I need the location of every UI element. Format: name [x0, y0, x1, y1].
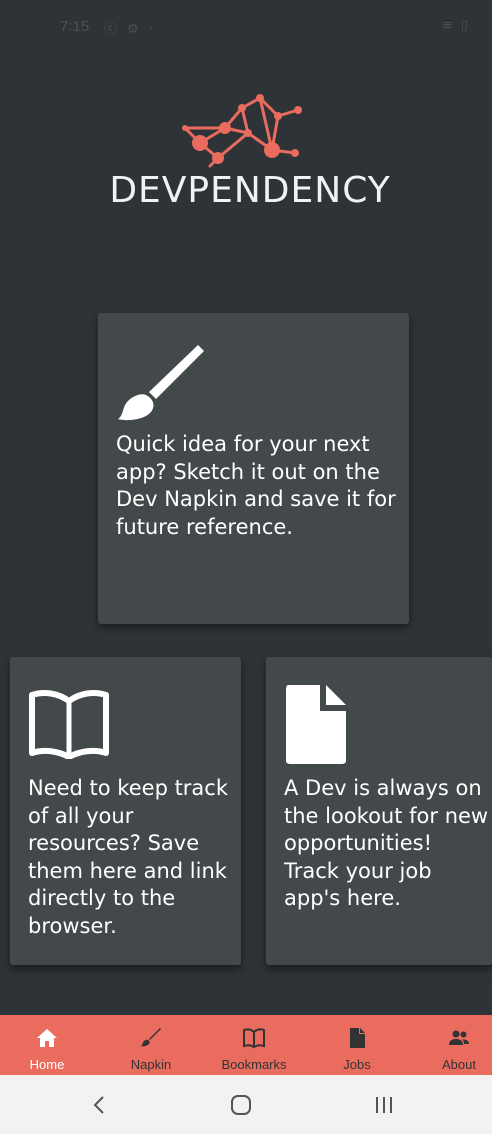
nav-home[interactable]: Home [12, 1015, 82, 1075]
status-time: 7:15 [60, 18, 90, 35]
bottom-navigation: Home Napkin Bookmarks Jobs About [0, 1015, 492, 1075]
nav-about-label: About [442, 1057, 476, 1072]
status-left-icons: ⓒ ⚙ · [104, 22, 157, 37]
bookmarks-card-text: Need to keep track of all your resources… [28, 776, 229, 938]
bookmarks-card[interactable]: Need to keep track of all your resources… [10, 657, 241, 965]
napkin-card-text: Quick idea for your next app? Sketch it … [116, 432, 396, 539]
jobs-card-text: A Dev is always on the lookout for new o… [284, 776, 489, 910]
nav-bookmarks-label: Bookmarks [221, 1057, 287, 1072]
nav-napkin-label: Napkin [130, 1057, 172, 1072]
status-right-icons: ≡ ▯ [441, 18, 470, 33]
brush-icon [141, 1028, 161, 1047]
network-graph-icon [182, 94, 302, 168]
document-icon [286, 685, 346, 764]
open-book-icon [29, 690, 109, 759]
system-navigation-bar [0, 1075, 492, 1134]
people-icon [449, 1030, 469, 1045]
app-logo: DEVPENDENCY [100, 88, 400, 218]
file-icon [350, 1028, 365, 1048]
logo-text: DEVPENDENCY [109, 170, 391, 211]
jobs-card[interactable]: A Dev is always on the lookout for new o… [266, 657, 492, 965]
nav-jobs[interactable]: Jobs [322, 1015, 392, 1075]
home-circle-icon[interactable] [226, 1091, 256, 1119]
nav-bookmarks[interactable]: Bookmarks [212, 1015, 296, 1075]
nav-jobs-label: Jobs [343, 1057, 371, 1072]
nav-napkin[interactable]: Napkin [116, 1015, 186, 1075]
nav-home-label: Home [29, 1057, 65, 1072]
home-icon [37, 1029, 57, 1047]
book-icon [243, 1028, 265, 1049]
status-bar: 7:15 ⓒ ⚙ · ≡ ▯ [0, 0, 492, 56]
nav-about[interactable]: About [424, 1015, 492, 1075]
paintbrush-icon [118, 345, 204, 421]
napkin-card[interactable]: Quick idea for your next app? Sketch it … [98, 313, 409, 624]
app-screen: 7:15 ⓒ ⚙ · ≡ ▯ DEVPENDENCY Quick idea fo… [0, 0, 492, 1134]
back-icon[interactable] [84, 1091, 114, 1119]
recents-icon[interactable] [369, 1091, 399, 1119]
